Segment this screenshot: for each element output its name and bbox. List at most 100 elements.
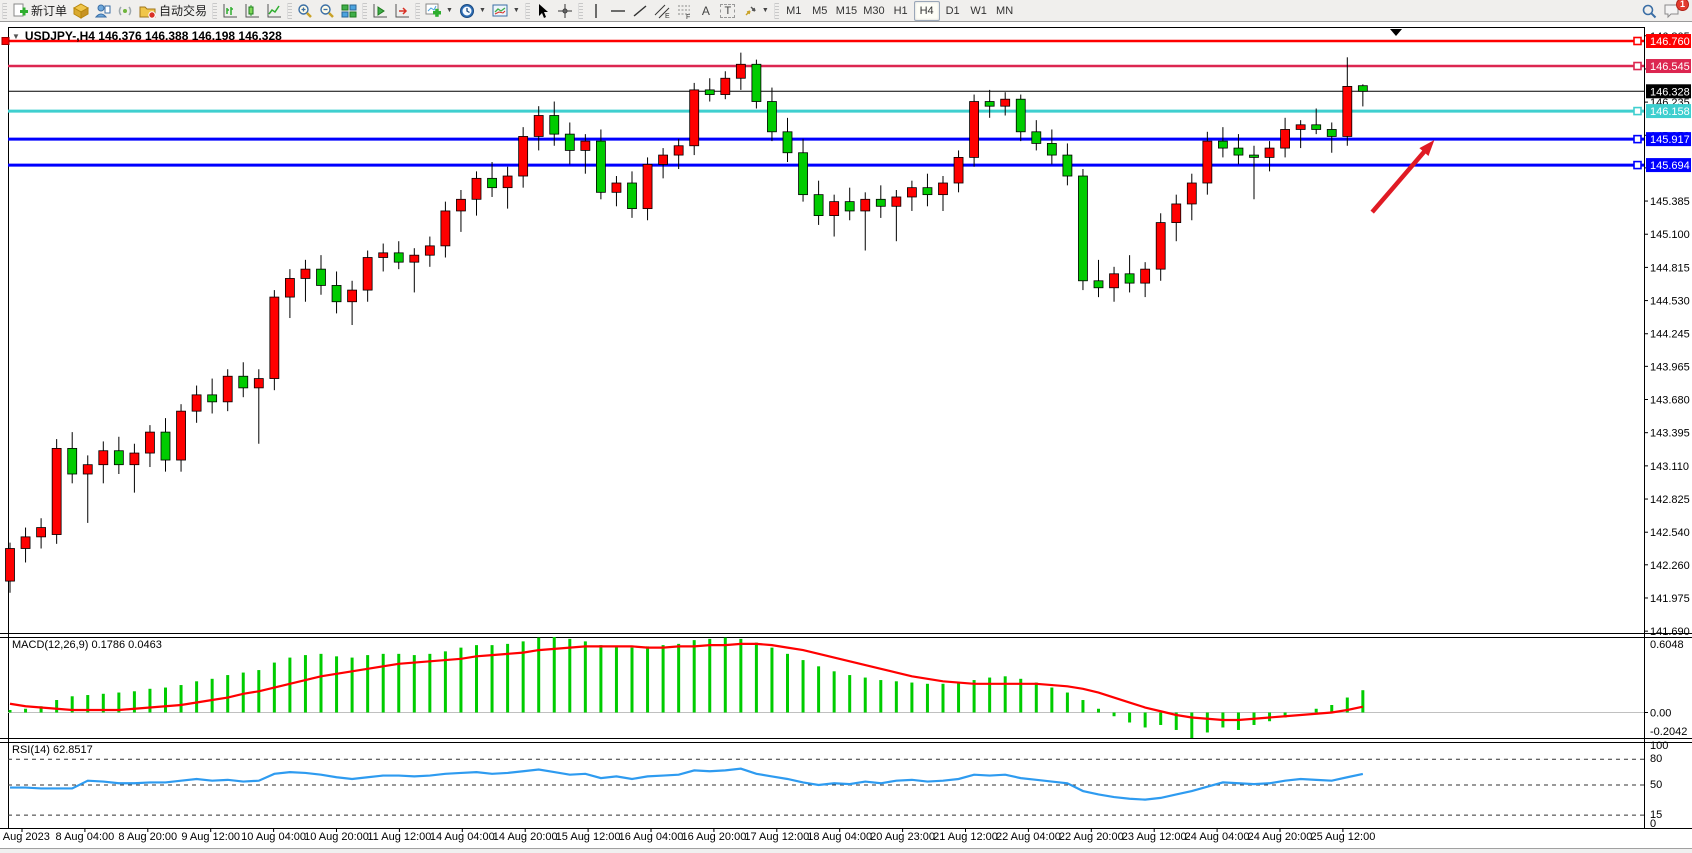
crosshair-button[interactable] <box>554 1 576 21</box>
hline-marker[interactable] <box>1634 63 1641 70</box>
svg-text:17 Aug 12:00: 17 Aug 12:00 <box>744 831 809 843</box>
timeframe-w1-button[interactable]: W1 <box>966 1 992 21</box>
application-window: 新订单 自动交易 <box>0 0 1692 853</box>
dropdown-arrow-icon: ▼ <box>446 7 453 14</box>
line-chart-button[interactable] <box>263 1 285 21</box>
svg-text:141.690: 141.690 <box>1650 626 1690 638</box>
toolbar-grip[interactable] <box>774 3 779 19</box>
templates-button[interactable]: ▼ <box>489 1 523 21</box>
svg-text:14 Aug 20:00: 14 Aug 20:00 <box>493 831 558 843</box>
rsi-name: RSI(14) <box>12 744 50 756</box>
time-axis[interactable]: 7 Aug 20238 Aug 04:008 Aug 20:009 Aug 12… <box>0 829 1375 843</box>
vertical-line-button[interactable] <box>585 1 607 21</box>
dropdown-arrow-icon: ▼ <box>513 7 520 14</box>
toolbar-grip[interactable] <box>525 3 530 19</box>
tile-windows-button[interactable] <box>338 1 360 21</box>
zoom-in-button[interactable] <box>294 1 316 21</box>
svg-text:0.6048: 0.6048 <box>1650 639 1684 651</box>
svg-text:25 Aug 12:00: 25 Aug 12:00 <box>1310 831 1375 843</box>
svg-text:100: 100 <box>1650 740 1668 752</box>
equidistant-channel-button[interactable]: E <box>651 1 673 21</box>
timeframe-d1-button[interactable]: D1 <box>940 1 966 21</box>
new-order-icon <box>12 3 28 19</box>
new-chart-icon <box>425 3 442 19</box>
toolbar-grip[interactable] <box>578 3 583 19</box>
line-chart-icon <box>266 3 282 19</box>
arrows-icon <box>742 3 758 19</box>
arrows-button[interactable]: ▼ <box>739 1 772 21</box>
main-toolbar: 新订单 自动交易 <box>0 0 1692 22</box>
svg-text:80: 80 <box>1650 753 1662 765</box>
toolbar-grip[interactable] <box>415 3 420 19</box>
hline-marker[interactable] <box>1634 136 1641 143</box>
svg-text:142.825: 142.825 <box>1650 494 1690 506</box>
signals-button[interactable] <box>114 1 136 21</box>
svg-text:146.760: 146.760 <box>1650 36 1690 48</box>
svg-text:8 Aug 20:00: 8 Aug 20:00 <box>118 831 177 843</box>
periods-button[interactable]: ▼ <box>456 1 489 21</box>
svg-text:141.975: 141.975 <box>1650 593 1690 605</box>
equidistant-channel-icon: E <box>654 3 670 19</box>
timeframe-m15-button[interactable]: M15 <box>833 1 860 21</box>
macd-label: MACD(12,26,9) 0.1786 0.0463 <box>12 639 162 651</box>
svg-text:8 Aug 04:00: 8 Aug 04:00 <box>56 831 115 843</box>
timeframe-m1-button[interactable]: M1 <box>781 1 807 21</box>
hline-marker[interactable] <box>2 38 9 45</box>
search-icon <box>1641 3 1657 19</box>
horizontal-line-button[interactable] <box>607 1 629 21</box>
hline-marker[interactable] <box>1634 38 1641 45</box>
svg-text:143.680: 143.680 <box>1650 395 1690 407</box>
auto-scroll-button[interactable] <box>369 1 391 21</box>
timeframe-m5-button[interactable]: M5 <box>807 1 833 21</box>
trendline-button[interactable] <box>629 1 651 21</box>
autotrading-button[interactable]: 自动交易 <box>136 1 210 21</box>
market-button[interactable] <box>70 1 92 21</box>
signals-icon <box>117 3 133 19</box>
zoom-out-button[interactable] <box>316 1 338 21</box>
chart-shift-button[interactable] <box>391 1 413 21</box>
vertical-line-icon <box>589 3 603 19</box>
toolbar-grip[interactable] <box>287 3 292 19</box>
new-order-button[interactable]: 新订单 <box>9 1 70 21</box>
templates-icon <box>492 3 509 19</box>
hline-marker[interactable] <box>1634 108 1641 115</box>
candlestick-chart-button[interactable] <box>241 1 263 21</box>
chart-area[interactable]: 146.805146.520146.235145.950145.670145.3… <box>0 0 1692 853</box>
toolbar-grip[interactable] <box>212 3 217 19</box>
timeframe-h1-button[interactable]: H1 <box>888 1 914 21</box>
svg-text:143.395: 143.395 <box>1650 428 1690 440</box>
rsi-label: RSI(14) 62.8517 <box>12 744 93 756</box>
svg-text:-0.2042: -0.2042 <box>1650 726 1687 738</box>
chart-title-text: USDJPY-,H4 146.376 146.388 146.198 146.3… <box>25 29 282 43</box>
svg-text:E: E <box>665 13 670 19</box>
new-chart-button[interactable]: ▼ <box>422 1 456 21</box>
text-button[interactable]: A <box>695 1 717 21</box>
notifications-button[interactable]: 1 <box>1660 1 1684 21</box>
dropdown-arrow-icon: ▼ <box>479 7 486 14</box>
bar-chart-button[interactable] <box>219 1 241 21</box>
cursor-button[interactable] <box>532 1 554 21</box>
autotrading-label: 自动交易 <box>159 2 207 19</box>
community-button[interactable] <box>92 1 114 21</box>
svg-text:145.100: 145.100 <box>1650 229 1690 241</box>
svg-text:22 Aug 20:00: 22 Aug 20:00 <box>1059 831 1124 843</box>
hline-marker[interactable] <box>1634 162 1641 169</box>
one-click-trading-arrow-icon[interactable]: ▼ <box>12 32 20 41</box>
svg-text:21 Aug 12:00: 21 Aug 12:00 <box>933 831 998 843</box>
horizontal-line-icon <box>610 3 626 19</box>
toolbar-grip[interactable] <box>362 3 367 19</box>
svg-text:16 Aug 20:00: 16 Aug 20:00 <box>681 831 746 843</box>
chart-title: ▼ USDJPY-,H4 146.376 146.388 146.198 146… <box>12 29 282 43</box>
text-label-button[interactable]: T <box>717 1 739 21</box>
timeframe-m30-button[interactable]: M30 <box>860 1 887 21</box>
timeframe-h4-button[interactable]: H4 <box>914 1 940 21</box>
search-button[interactable] <box>1638 1 1660 21</box>
timeframe-mn-button[interactable]: MN <box>992 1 1018 21</box>
macd-name: MACD(12,26,9) <box>12 639 88 651</box>
svg-text:24 Aug 04:00: 24 Aug 04:00 <box>1185 831 1250 843</box>
toolbar-grip[interactable] <box>2 3 7 19</box>
fibonacci-button[interactable]: F <box>673 1 695 21</box>
svg-text:16 Aug 04:00: 16 Aug 04:00 <box>619 831 684 843</box>
svg-text:143.110: 143.110 <box>1650 461 1689 473</box>
svg-text:144.245: 144.245 <box>1650 329 1690 341</box>
